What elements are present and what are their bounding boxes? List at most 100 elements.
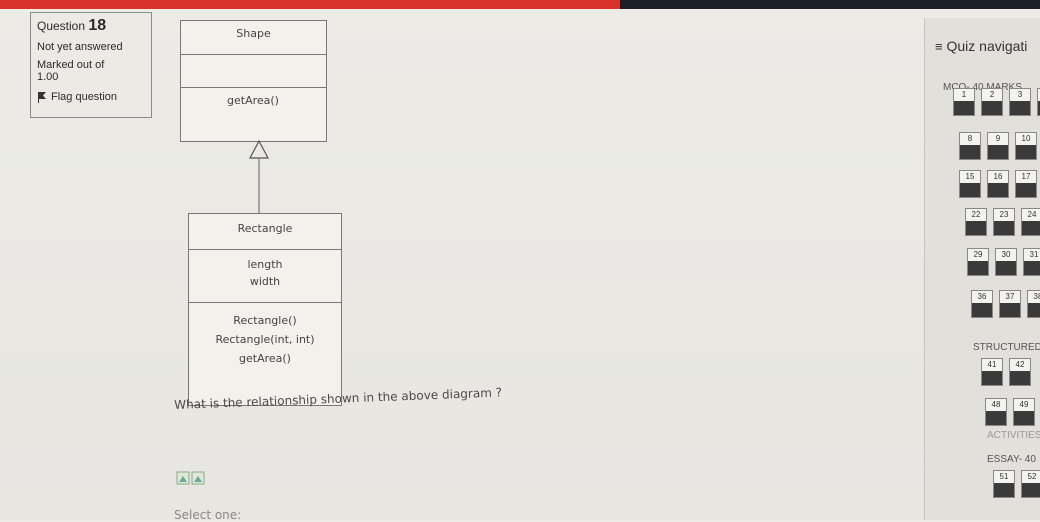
nav-question-2[interactable]: 2 bbox=[981, 88, 1003, 116]
generalization-triangle bbox=[249, 139, 269, 159]
nav-question-49[interactable]: 49 bbox=[1013, 398, 1035, 426]
nav-question-status bbox=[972, 303, 992, 317]
nav-question-number: 9 bbox=[995, 134, 1001, 143]
nav-question-number: 8 bbox=[967, 134, 973, 143]
nav-question-number: 10 bbox=[1021, 134, 1031, 143]
nav-question-number: 48 bbox=[991, 400, 1001, 409]
nav-question-number: 29 bbox=[973, 250, 983, 259]
nav-question-number: 22 bbox=[971, 210, 981, 219]
methods-shape: getArea() bbox=[181, 88, 326, 139]
nav-question-29[interactable]: 29 bbox=[967, 248, 989, 276]
nav-question-51[interactable]: 51 bbox=[993, 470, 1015, 498]
attribute-width: width bbox=[249, 275, 281, 288]
nav-question-9[interactable]: 9 bbox=[987, 132, 1009, 160]
menu-icon[interactable]: ≡ bbox=[935, 39, 943, 54]
nav-question-15[interactable]: 15 bbox=[959, 170, 981, 198]
nav-question-24[interactable]: 24 bbox=[1021, 208, 1040, 236]
top-bar-accent bbox=[0, 0, 620, 9]
nav-question-status bbox=[960, 183, 980, 197]
method-constructor-int-int: Rectangle(int, int) bbox=[215, 333, 315, 346]
nav-question-number: 42 bbox=[1015, 360, 1025, 369]
flag-question-button[interactable]: Flag question bbox=[37, 91, 145, 103]
nav-question-status bbox=[1000, 303, 1020, 317]
nav-question-status bbox=[968, 261, 988, 275]
nav-question-number: 38 bbox=[1033, 292, 1040, 301]
question-state: Not yet answered bbox=[37, 41, 123, 53]
class-name-rectangle: Rectangle bbox=[189, 214, 341, 250]
attribute-length: length bbox=[247, 258, 283, 271]
nav-question-30[interactable]: 30 bbox=[995, 248, 1017, 276]
marked-label: Marked out of bbox=[37, 59, 105, 71]
broken-image-icon bbox=[176, 471, 205, 485]
nav-question-status bbox=[994, 221, 1014, 235]
attributes-rectangle: length width bbox=[189, 250, 341, 303]
nav-question-status bbox=[966, 221, 986, 235]
nav-question-number: 3 bbox=[1017, 90, 1023, 99]
nav-question-22[interactable]: 22 bbox=[965, 208, 987, 236]
nav-question-number: 15 bbox=[965, 172, 975, 181]
nav-question-status bbox=[1010, 371, 1030, 385]
nav-question-10[interactable]: 10 bbox=[1015, 132, 1037, 160]
quiz-navigation-title: ≡ Quiz navigati bbox=[935, 38, 1027, 54]
nav-question-52[interactable]: 52 bbox=[1021, 470, 1040, 498]
top-bar bbox=[0, 0, 1040, 9]
uml-class-shape: Shape getArea() bbox=[180, 20, 327, 142]
nav-question-16[interactable]: 16 bbox=[987, 170, 1009, 198]
nav-question-status bbox=[1028, 303, 1040, 317]
nav-question-number: 31 bbox=[1029, 250, 1039, 259]
nav-question-status bbox=[996, 261, 1016, 275]
nav-question-number: 51 bbox=[999, 472, 1009, 481]
nav-question-status bbox=[982, 371, 1002, 385]
nav-question-1[interactable]: 1 bbox=[953, 88, 975, 116]
quiz-navigation-panel: ≡ Quiz navigati MCQ- 40 MARKS STRUCTURED… bbox=[924, 18, 1040, 520]
nav-question-number: 37 bbox=[1005, 292, 1015, 301]
nav-question-status bbox=[1010, 101, 1030, 115]
nav-question-number: 2 bbox=[989, 90, 995, 99]
nav-question-41[interactable]: 41 bbox=[981, 358, 1003, 386]
nav-question-number: 41 bbox=[987, 360, 997, 369]
nav-question-38[interactable]: 38 bbox=[1027, 290, 1040, 318]
marked-value: 1.00 bbox=[37, 71, 59, 83]
nav-question-36[interactable]: 36 bbox=[971, 290, 993, 318]
nav-question-23[interactable]: 23 bbox=[993, 208, 1015, 236]
nav-question-number: 30 bbox=[1001, 250, 1011, 259]
nav-question-number: 36 bbox=[977, 292, 987, 301]
class-name-shape: Shape bbox=[181, 21, 326, 55]
nav-question-status bbox=[994, 483, 1014, 497]
nav-question-status bbox=[988, 145, 1008, 159]
nav-question-number: 24 bbox=[1027, 210, 1037, 219]
question-info-panel: Question 18 Not yet answered Marked out … bbox=[30, 12, 152, 118]
nav-question-48[interactable]: 48 bbox=[985, 398, 1007, 426]
nav-question-37[interactable]: 37 bbox=[999, 290, 1021, 318]
section-activities: ACTIVITIES bbox=[987, 430, 1040, 441]
nav-question-status bbox=[1016, 145, 1036, 159]
section-essay: ESSAY- 40 bbox=[987, 454, 1036, 465]
question-label: Question bbox=[37, 19, 86, 33]
nav-question-status bbox=[986, 411, 1006, 425]
nav-question-number: 17 bbox=[1021, 172, 1031, 181]
nav-question-number: 1 bbox=[961, 90, 967, 99]
nav-question-42[interactable]: 42 bbox=[1009, 358, 1031, 386]
nav-question-17[interactable]: 17 bbox=[1015, 170, 1037, 198]
method-getarea: getArea() bbox=[239, 352, 291, 365]
nav-question-status bbox=[982, 101, 1002, 115]
method-constructor: Rectangle() bbox=[233, 314, 297, 327]
nav-question-3[interactable]: 3 bbox=[1009, 88, 1031, 116]
nav-question-number: 52 bbox=[1027, 472, 1037, 481]
nav-question-31[interactable]: 31 bbox=[1023, 248, 1040, 276]
nav-question-status bbox=[1024, 261, 1040, 275]
nav-question-number: 16 bbox=[993, 172, 1003, 181]
flag-question-label: Flag question bbox=[51, 91, 118, 103]
nav-question-8[interactable]: 8 bbox=[959, 132, 981, 160]
section-structured: STRUCTURED bbox=[973, 342, 1040, 353]
nav-question-number: 49 bbox=[1019, 400, 1029, 409]
class-name-text: Shape bbox=[236, 27, 271, 40]
nav-question-number: 23 bbox=[999, 210, 1009, 219]
inheritance-arrow bbox=[249, 139, 269, 214]
uml-class-rectangle: Rectangle length width Rectangle() Recta… bbox=[188, 213, 342, 406]
method-getarea: getArea() bbox=[227, 94, 279, 107]
class-name-text: Rectangle bbox=[237, 222, 293, 235]
question-number: Question 18 bbox=[37, 17, 145, 35]
flag-icon bbox=[38, 92, 46, 103]
nav-question-status bbox=[1022, 221, 1040, 235]
